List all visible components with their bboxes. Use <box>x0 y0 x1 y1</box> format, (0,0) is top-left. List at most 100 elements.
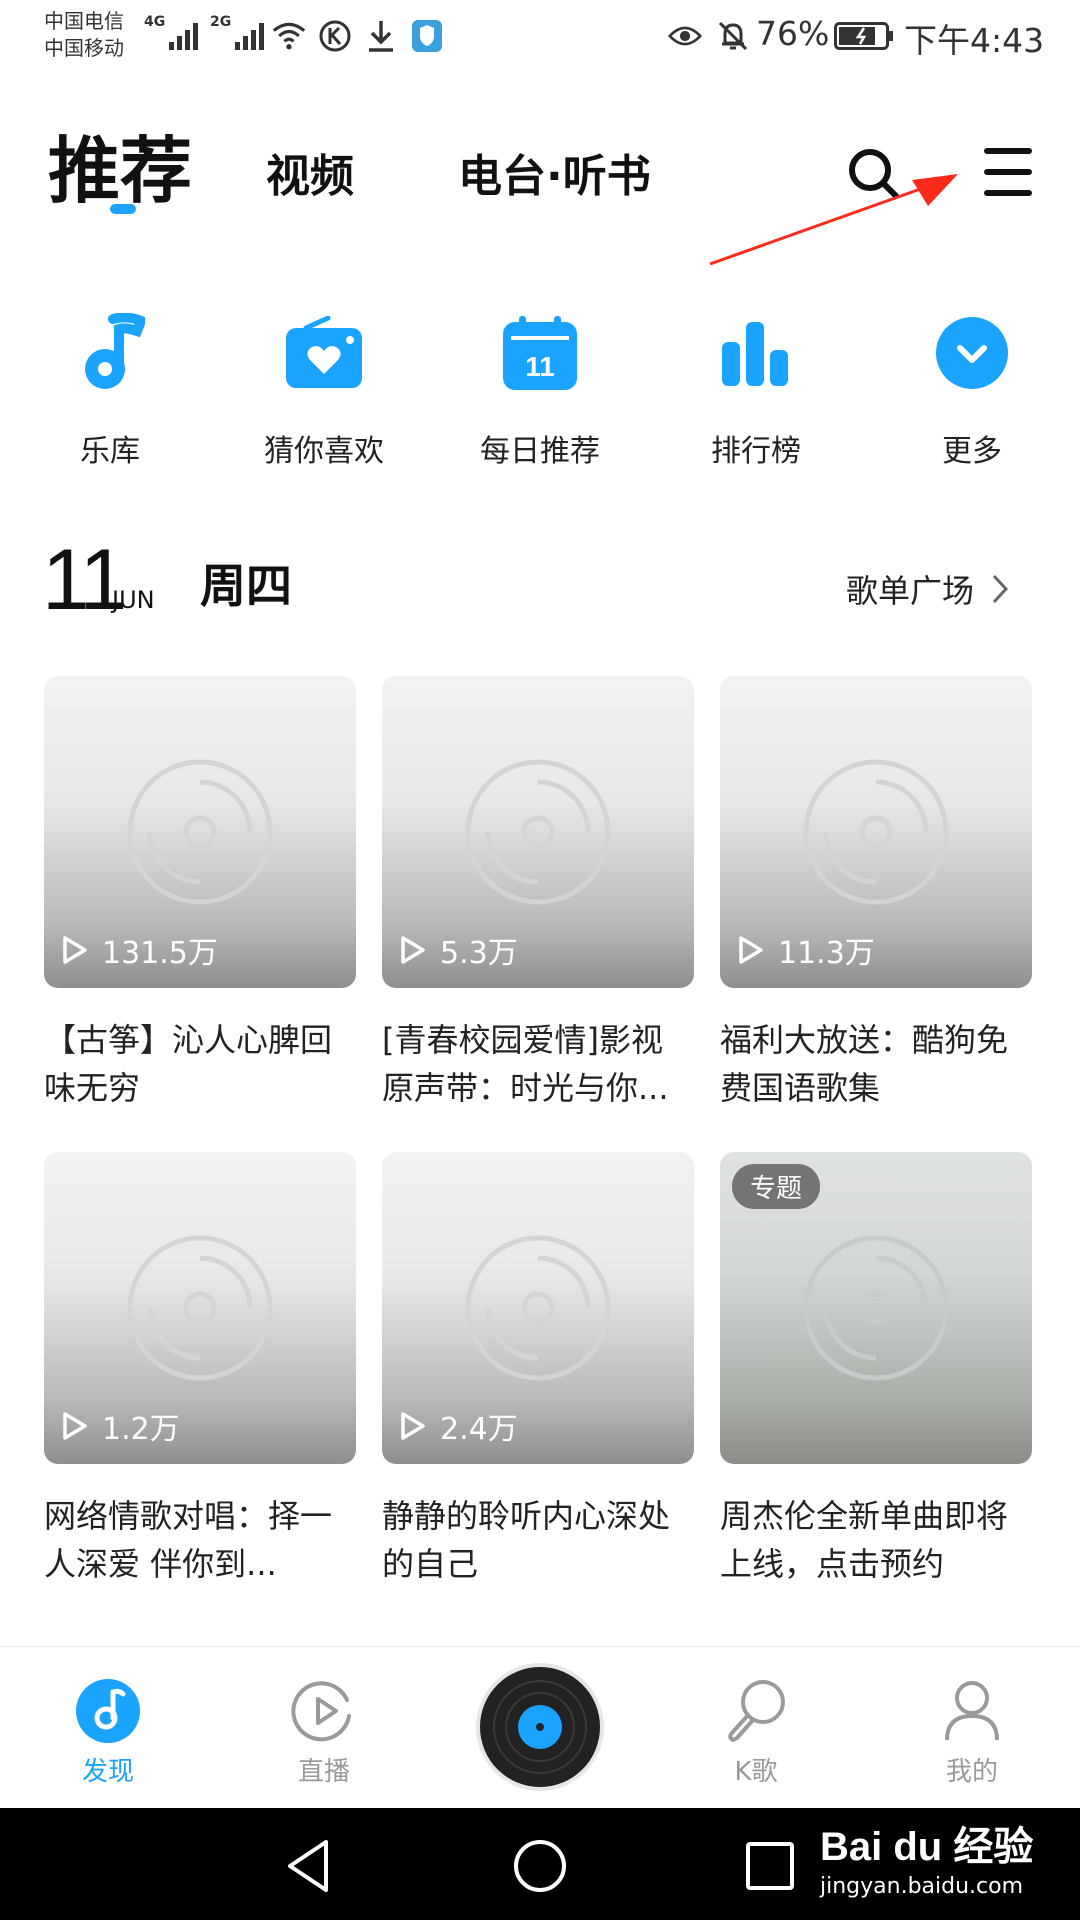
recents-icon[interactable] <box>740 1836 800 1896</box>
playlist-cover: 11.3万 <box>720 676 1032 988</box>
playlist-title: 福利大放送：酷狗免费国语歌集 <box>720 1021 1009 1107</box>
mini-player-button[interactable] <box>474 1661 606 1793</box>
watermark-url: jingyan.baidu.com <box>820 1874 1024 1899</box>
quick-nav-label: 每日推荐 <box>480 434 600 469</box>
menu-button[interactable] <box>984 144 1032 200</box>
disc-placeholder-icon <box>465 759 611 905</box>
carrier-1: 中国电信 <box>44 9 124 33</box>
play-count: 2.4万 <box>400 1404 518 1448</box>
disc-placeholder-icon <box>465 1235 611 1381</box>
tab-recommend[interactable]: 推荐 <box>48 112 192 217</box>
date-header: 11 JUN 周四 歌单广场 <box>0 530 1080 630</box>
playlist-cover: 5.3万 <box>382 676 694 988</box>
baidu-jingyan-watermark: Bai du 经验 jingyan.baidu.com <box>820 1814 1033 1899</box>
signal-1-icon: 4G <box>144 14 199 50</box>
play-count: 11.3万 <box>738 928 875 972</box>
playlist-title: 【古筝】沁人心脾回味无穷 <box>44 1021 333 1107</box>
microphone-icon <box>722 1677 790 1745</box>
play-count: 5.3万 <box>400 928 518 972</box>
calendar-day: 11 <box>525 351 555 382</box>
quick-nav-guess-you-like[interactable]: 猜你喜欢 <box>224 310 424 470</box>
quick-nav-label: 猜你喜欢 <box>264 434 384 469</box>
bottom-nav-karaoke[interactable]: K歌 <box>671 1647 841 1809</box>
tab-active-indicator <box>110 204 136 214</box>
discover-icon <box>74 1677 142 1745</box>
play-icon <box>63 936 87 964</box>
play-count-value: 2.4万 <box>440 1412 518 1447</box>
clock: 下午4:43 <box>904 21 1045 60</box>
watermark-logo: Bai du 经验 <box>820 1825 1034 1869</box>
bottom-nav-live[interactable]: 直播 <box>239 1647 409 1809</box>
annotation-arrow-icon <box>709 174 958 266</box>
playlist-card[interactable]: 131.5万 【古筝】沁人心脾回味无穷 <box>44 676 356 1112</box>
radio-heart-icon <box>279 310 369 396</box>
shield-icon <box>410 18 444 54</box>
music-note-icon <box>65 310 155 396</box>
playlist-cover: 1.2万 <box>44 1152 356 1464</box>
date-month: JUN <box>112 586 155 614</box>
tab-radio-audiobook[interactable]: 电台·听书 <box>458 140 651 204</box>
user-icon <box>938 1677 1006 1745</box>
play-count-value: 5.3万 <box>440 936 518 971</box>
playlist-cover: 2.4万 <box>382 1152 694 1464</box>
download-icon <box>364 18 398 54</box>
disc-placeholder-icon <box>803 1235 949 1381</box>
battery-percent: 76% <box>756 14 830 53</box>
date-day: 11 <box>42 532 127 628</box>
bar-chart-icon <box>711 310 801 396</box>
playlist-card-special[interactable]: 专题 周杰伦全新单曲即将上线，点击预约 <box>720 1152 1032 1588</box>
chevron-down-circle-icon <box>927 310 1017 396</box>
play-icon <box>63 1412 87 1440</box>
playlist-card[interactable]: 2.4万 静静的聆听内心深处的自己 <box>382 1152 694 1588</box>
calendar-icon: 11 <box>495 310 585 396</box>
play-count-value: 11.3万 <box>778 936 875 971</box>
playlist-plaza-link[interactable]: 歌单广场 <box>846 566 1009 612</box>
network-type-1: 4G <box>144 14 166 30</box>
play-icon <box>739 936 763 964</box>
back-icon[interactable] <box>280 1836 340 1896</box>
quick-nav-label: 排行榜 <box>711 434 801 469</box>
quick-nav-daily-recommend[interactable]: 11 每日推荐 <box>440 310 640 470</box>
playlist-title: 周杰伦全新单曲即将上线，点击预约 <box>720 1497 1009 1583</box>
bottom-nav-label: K歌 <box>734 1757 778 1787</box>
playlist-card[interactable]: 1.2万 网络情歌对唱：择一人深爱 伴你到... <box>44 1152 356 1588</box>
playlist-card[interactable]: 11.3万 福利大放送：酷狗免费国语歌集 <box>720 676 1032 1112</box>
menu-icon <box>984 148 1032 154</box>
wifi-icon <box>272 18 306 54</box>
live-play-icon <box>290 1677 358 1745</box>
tab-video[interactable]: 视频 <box>266 140 354 204</box>
status-bar: 中国电信 中国移动 4G 2G 76% 下午4:43 <box>0 0 1080 76</box>
quick-nav-more[interactable]: 更多 <box>872 310 1072 470</box>
bottom-nav-label: 我的 <box>945 1757 998 1787</box>
signal-2-icon: 2G <box>210 14 265 50</box>
bottom-nav-discover[interactable]: 发现 <box>23 1647 193 1809</box>
play-count: 1.2万 <box>62 1404 180 1448</box>
playlist-title: [青春校园爱情]影视原声带：时光与你... <box>382 1021 669 1107</box>
quick-nav-music-library[interactable]: 乐库 <box>10 310 210 470</box>
playlist-title: 静静的聆听内心深处的自己 <box>382 1497 671 1583</box>
quick-nav: 乐库 猜你喜欢 11 每日推荐 排行榜 更多 <box>0 310 1080 480</box>
playlist-title: 网络情歌对唱：择一人深爱 伴你到... <box>44 1497 333 1583</box>
eye-icon <box>668 18 702 54</box>
bottom-nav-label: 直播 <box>297 1757 350 1787</box>
play-icon <box>401 1412 425 1440</box>
disc-placeholder-icon <box>127 759 273 905</box>
playlist-cover: 专题 <box>720 1152 1032 1464</box>
quick-nav-label: 乐库 <box>80 434 140 469</box>
battery-icon <box>834 18 894 54</box>
kugou-k-icon <box>318 18 352 54</box>
carrier-2: 中国移动 <box>44 36 124 60</box>
disc-placeholder-icon <box>127 1235 273 1381</box>
home-icon[interactable] <box>510 1836 570 1896</box>
chevron-right-icon <box>992 574 1009 604</box>
bottom-nav: 发现 直播 K歌 我的 <box>0 1646 1080 1808</box>
playlist-card[interactable]: 5.3万 [青春校园爱情]影视原声带：时光与你... <box>382 676 694 1112</box>
bottom-nav-mine[interactable]: 我的 <box>887 1647 1057 1809</box>
bell-muted-icon <box>716 18 750 54</box>
play-count: 131.5万 <box>62 928 218 972</box>
play-icon <box>401 936 425 964</box>
quick-nav-charts[interactable]: 排行榜 <box>656 310 856 470</box>
carrier-labels: 中国电信 中国移动 <box>44 8 124 62</box>
disc-placeholder-icon <box>803 759 949 905</box>
play-count-value: 1.2万 <box>102 1412 180 1447</box>
